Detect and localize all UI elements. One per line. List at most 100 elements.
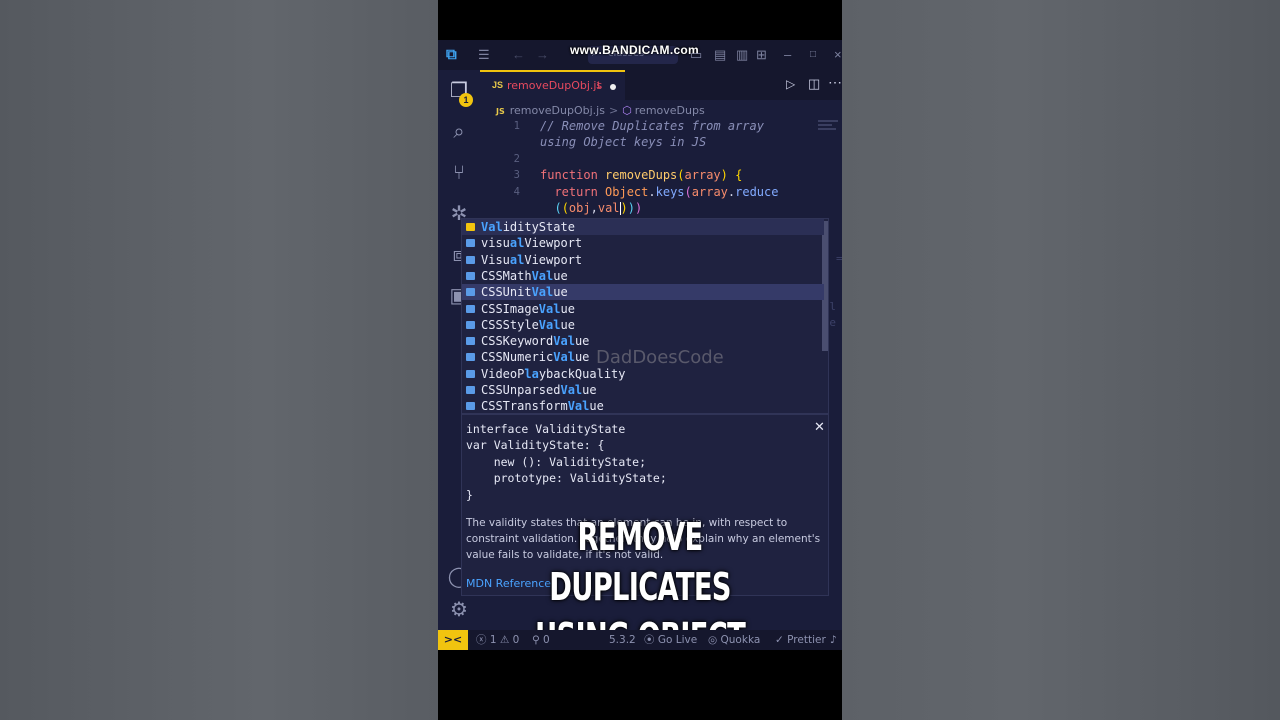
ports-indicator[interactable]: ⚲ 0 bbox=[532, 634, 550, 646]
search-icon[interactable]: ⌕ bbox=[447, 120, 471, 144]
suggestion-item[interactable]: ValidityState bbox=[462, 219, 824, 235]
code-line[interactable]: 3 function removeDups(array) { bbox=[480, 167, 842, 183]
suggestion-label-part: Val bbox=[553, 334, 575, 349]
source-control-icon[interactable]: ⑂ bbox=[447, 161, 471, 185]
suggestion-label-part: Viewport bbox=[524, 252, 583, 267]
typescript-version[interactable]: 5.3.2 bbox=[609, 634, 636, 646]
suggestion-label-part: Val bbox=[531, 268, 554, 283]
background-left bbox=[0, 0, 438, 720]
problems-indicator[interactable]: ⓧ 1 ⚠ 0 bbox=[476, 634, 519, 646]
vscode-logo-icon: ⧉ bbox=[446, 46, 457, 63]
suggestion-item[interactable]: CSSStyleValue bbox=[462, 317, 824, 333]
breadcrumb-separator: > bbox=[608, 104, 619, 117]
symbol-interface-icon bbox=[466, 239, 475, 248]
code-token: Object bbox=[605, 184, 649, 199]
line-number: 3 bbox=[513, 169, 520, 182]
layout-icon[interactable]: ▥ bbox=[736, 47, 748, 63]
play-icon[interactable]: ▷ bbox=[786, 77, 795, 91]
suggestion-label: CSSStyleValue bbox=[481, 317, 575, 333]
error-icon: ⓧ bbox=[476, 634, 487, 646]
javascript-file-icon: JS bbox=[496, 107, 505, 116]
breadcrumb-symbol[interactable]: removeDups bbox=[635, 104, 705, 117]
check-icon: ✓ bbox=[775, 634, 784, 646]
code-line[interactable]: 2 bbox=[480, 151, 842, 167]
suggestion-label-part: Val bbox=[560, 383, 583, 397]
suggestion-label: VideoPlaybackQuality bbox=[481, 366, 626, 382]
ellipsis-icon[interactable]: ⋯ bbox=[828, 74, 842, 91]
layout-icon[interactable]: ▭ bbox=[690, 47, 702, 63]
suggestion-label: CSSTransformValue bbox=[481, 398, 604, 414]
suggestion-item[interactable]: CSSUnparsedValue bbox=[462, 382, 824, 398]
code-text: return Object.keys(array.reduce bbox=[540, 184, 778, 200]
line-number: 1 bbox=[513, 120, 520, 132]
symbol-interface-icon bbox=[466, 320, 475, 329]
breadcrumb-file[interactable]: removeDupObj.js bbox=[510, 104, 605, 117]
suggestion-label: CSSUnparsedValue bbox=[481, 382, 597, 398]
code-line[interactable]: 4 return Object.keys(array.reduce bbox=[480, 184, 842, 200]
suggestion-item[interactable]: VideoPlaybackQuality bbox=[462, 366, 824, 382]
code-token: array bbox=[684, 168, 721, 183]
arrow-left-icon[interactable]: ← bbox=[512, 47, 525, 63]
suggestion-list[interactable]: ValidityState visualViewport VisualViewpor… bbox=[461, 218, 829, 414]
suggestion-item[interactable]: CSSImageValue bbox=[462, 301, 824, 317]
code-text: function removeDups(array) { bbox=[540, 167, 742, 183]
channel-watermark: DadDoesCode bbox=[596, 347, 724, 368]
close-icon[interactable]: × bbox=[834, 47, 842, 63]
suggestion-label-part: Viewport bbox=[524, 236, 583, 251]
code-token: , bbox=[590, 201, 598, 215]
symbol-interface-icon bbox=[466, 402, 475, 411]
code-token: ) bbox=[627, 201, 635, 215]
gear-icon[interactable]: ⚙ bbox=[447, 598, 471, 622]
suggestion-label: CSSUnitValue bbox=[481, 284, 568, 300]
code-line[interactable]: ((obj,val))) bbox=[480, 200, 842, 216]
symbol-interface-icon bbox=[466, 288, 475, 297]
go-live-button[interactable]: ⦿ Go Live bbox=[644, 634, 697, 646]
code-editor[interactable]: 1 // Remove Duplicates from array using Ob… bbox=[480, 118, 842, 228]
bell-icon[interactable]: ♪ bbox=[830, 634, 837, 646]
suggestion-item[interactable]: CSSTransformValue bbox=[462, 398, 824, 414]
suggestion-label-part: CSSUnit bbox=[481, 285, 532, 300]
code-token: obj bbox=[568, 201, 591, 215]
suggestion-label-part: CSSUnparsed bbox=[481, 383, 561, 397]
suggestion-label-part: VideoP bbox=[481, 366, 525, 381]
code-line[interactable]: using Object keys in JS bbox=[480, 134, 842, 150]
status-bar: >< ⓧ 1 ⚠ 0 ⚲ 0 5.3.2 ⦿ Go Live ◎ Quokka … bbox=[438, 630, 842, 650]
quokka-button[interactable]: ◎ Quokka bbox=[708, 634, 760, 646]
suggestion-item[interactable]: VisualViewport bbox=[462, 252, 824, 268]
close-icon[interactable]: ✕ bbox=[814, 419, 825, 435]
minimize-icon[interactable]: – bbox=[784, 47, 791, 63]
tab-label: removeDupObj.js bbox=[507, 79, 603, 92]
maximize-icon[interactable]: □ bbox=[810, 47, 816, 63]
suggestion-item[interactable]: visualViewport bbox=[462, 235, 824, 251]
warning-icon: ⚠ bbox=[499, 634, 510, 646]
unsaved-dot-icon[interactable] bbox=[610, 84, 616, 90]
prettier-button[interactable]: ✓ Prettier bbox=[775, 634, 826, 646]
suggestion-label-part: Val bbox=[538, 301, 561, 316]
suggestion-item[interactable]: CSSUnitValue bbox=[462, 284, 824, 301]
suggestion-item[interactable]: CSSMathValue bbox=[462, 268, 824, 284]
warning-count: 0 bbox=[512, 634, 520, 646]
suggestion-label-part: CSSMath bbox=[481, 268, 532, 283]
layout-icon[interactable]: ⊞ bbox=[756, 47, 767, 63]
suggestion-label-part: ue bbox=[560, 317, 575, 332]
line-number: 2 bbox=[513, 152, 520, 165]
tab-removeDupObj[interactable]: JS removeDupObj.js 1 bbox=[480, 70, 625, 100]
split-editor-icon[interactable]: ◫ bbox=[808, 76, 820, 92]
vscode-window: ⧉ ☰ ← → ⌕ classes www.BANDICAM.com ▭ ▤ ▥… bbox=[438, 40, 842, 650]
code-token: . bbox=[648, 184, 656, 199]
menu-icon[interactable]: ☰ bbox=[478, 47, 490, 63]
code-line[interactable]: 1 // Remove Duplicates from array bbox=[480, 118, 842, 134]
suggestion-label-part: CSSKeyword bbox=[481, 334, 554, 349]
suggestion-label-part: visu bbox=[481, 236, 510, 251]
code-text: // Remove Duplicates from array bbox=[540, 118, 764, 134]
symbol-interface-icon bbox=[466, 304, 475, 313]
arrow-right-icon[interactable]: → bbox=[536, 47, 549, 63]
code-token: keys bbox=[655, 184, 685, 199]
suggestion-label: CSSKeywordValue bbox=[481, 333, 589, 349]
remote-indicator-button[interactable]: >< bbox=[438, 630, 468, 650]
minimap[interactable] bbox=[818, 120, 840, 132]
symbol-interface-icon bbox=[466, 369, 475, 378]
suggestion-label-part: Val bbox=[567, 399, 590, 414]
layout-icon[interactable]: ▤ bbox=[714, 47, 726, 63]
suggestion-label: CSSMathValue bbox=[481, 268, 568, 284]
